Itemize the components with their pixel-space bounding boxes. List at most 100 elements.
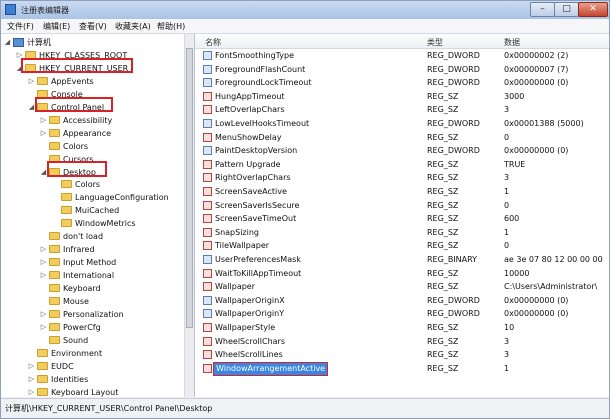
string-value-icon bbox=[203, 214, 212, 224]
key-tree-pane: ◢ 计算机 ▷ HKEY_CLASSES_ROOT ◢ HKEY_CURRENT_USER… bbox=[1, 34, 195, 397]
collapsed-arrow-icon[interactable]: ▷ bbox=[40, 310, 47, 318]
maximize-button[interactable]: □ bbox=[554, 2, 579, 17]
collapsed-arrow-icon[interactable]: ▷ bbox=[40, 259, 47, 266]
value-row[interactable]: UserPreferencesMask REG_BINARY ae 3e 07 80… bbox=[195, 253, 609, 266]
value-row[interactable]: WallpaperOriginY REG_DWORD 0x00000000 (0) bbox=[195, 307, 609, 320]
tree-item[interactable]: ▷ International bbox=[1, 269, 183, 282]
value-type: REG_DWORD bbox=[427, 146, 480, 156]
value-row[interactable]: MenuShowDelay REG_SZ 0 bbox=[195, 131, 609, 144]
tree-item[interactable]: ▷ EUDC bbox=[1, 360, 183, 373]
value-row[interactable]: ScreenSaveTimeOut REG_SZ 600 bbox=[195, 212, 609, 225]
value-type: REG_SZ bbox=[427, 323, 459, 332]
value-row[interactable]: PaintDesktopVersion REG_DWORD 0x00000000 (… bbox=[195, 144, 609, 157]
collapsed-arrow-icon[interactable]: ▷ bbox=[40, 246, 47, 253]
value-row[interactable]: WallpaperStyle REG_SZ 10 bbox=[195, 321, 609, 334]
value-type: REG_DWORD bbox=[427, 78, 480, 88]
tree-item[interactable]: ▷ Accessibility bbox=[1, 114, 183, 127]
column-data[interactable]: 数据 bbox=[504, 37, 520, 48]
value-row[interactable]: FontSmoothingType REG_DWORD 0x00000002 (2) bbox=[195, 49, 609, 62]
expanded-arrow-icon[interactable]: ◢ bbox=[40, 168, 47, 176]
value-data: TRUE bbox=[504, 159, 526, 169]
close-button[interactable]: ✕ bbox=[578, 2, 608, 17]
folder-icon bbox=[61, 206, 72, 215]
binary-value-icon bbox=[203, 146, 212, 156]
value-data: 3000 bbox=[504, 91, 525, 101]
tree-item[interactable]: Sound bbox=[1, 334, 183, 347]
tree-item[interactable]: ▷ PowerCfg bbox=[1, 321, 183, 334]
value-row[interactable]: WheelScrollChars REG_SZ 3 bbox=[195, 335, 609, 348]
value-row[interactable]: WheelScrollLines REG_SZ 3 bbox=[195, 348, 609, 361]
collapsed-arrow-icon[interactable]: ▷ bbox=[40, 323, 47, 331]
value-row[interactable]: ForegroundFlashCount REG_DWORD 0x00000007 … bbox=[195, 63, 609, 76]
regedit-icon bbox=[5, 4, 16, 15]
tree-item-label: Personalization bbox=[63, 309, 124, 319]
value-row[interactable]: WaitToKillAppTimeout REG_SZ 10000 bbox=[195, 267, 609, 280]
value-row[interactable]: RightOverlapChars REG_SZ 3 bbox=[195, 171, 609, 184]
minimize-button[interactable]: – bbox=[530, 2, 555, 17]
value-type: REG_SZ bbox=[427, 336, 459, 346]
collapsed-arrow-icon[interactable]: ▷ bbox=[28, 362, 35, 370]
menu-view[interactable]: 查看(V) bbox=[79, 21, 107, 32]
tree-item[interactable]: ▷ Infrared bbox=[1, 243, 183, 256]
value-row-selected[interactable]: WindowArrangementActive REG_SZ 1 bbox=[195, 361, 609, 376]
tree-item[interactable]: WindowMetrics bbox=[1, 217, 183, 230]
value-row[interactable]: ForegroundLockTimeout REG_DWORD 0x00000000… bbox=[195, 76, 609, 89]
string-value-icon bbox=[203, 173, 212, 183]
menu-favorites[interactable]: 收藏夹(A) bbox=[115, 21, 151, 32]
string-value-icon bbox=[203, 323, 212, 332]
tree-item[interactable]: Keyboard bbox=[1, 282, 183, 295]
collapsed-arrow-icon[interactable]: ▷ bbox=[40, 116, 47, 124]
value-row[interactable]: SnapSizing REG_SZ 1 bbox=[195, 226, 609, 239]
value-row[interactable]: Pattern Upgrade REG_SZ TRUE bbox=[195, 158, 609, 171]
expanded-arrow-icon[interactable]: ◢ bbox=[28, 103, 35, 111]
tree-item[interactable]: don't load bbox=[1, 230, 183, 243]
tree-scrollbar[interactable] bbox=[184, 34, 194, 397]
tree-item[interactable]: ◢ 计算机 bbox=[1, 36, 183, 49]
value-row[interactable]: HungAppTimeout REG_SZ 3000 bbox=[195, 90, 609, 103]
collapsed-arrow-icon[interactable]: ▷ bbox=[28, 77, 35, 85]
string-value-icon bbox=[203, 227, 212, 237]
value-row[interactable]: LeftOverlapChars REG_SZ 3 bbox=[195, 103, 609, 116]
value-type: REG_SZ bbox=[427, 241, 459, 251]
value-row[interactable]: LowLevelHooksTimeout REG_DWORD 0x00001388 … bbox=[195, 117, 609, 130]
folder-icon bbox=[61, 219, 72, 228]
tree-item-label: Appearance bbox=[63, 128, 112, 138]
column-type[interactable]: 类型 bbox=[427, 37, 443, 48]
tree-item[interactable]: MuiCached bbox=[1, 204, 183, 217]
tree-item[interactable]: ▷ Appearance bbox=[1, 127, 183, 140]
tree-item[interactable]: Mouse bbox=[1, 295, 183, 308]
tree-item[interactable]: LanguageConfiguration bbox=[1, 191, 183, 204]
tree-item[interactable]: ▷ Input Method bbox=[1, 256, 183, 269]
collapsed-arrow-icon[interactable]: ▷ bbox=[28, 375, 35, 383]
string-value-icon bbox=[203, 187, 212, 196]
value-name: PaintDesktopVersion bbox=[215, 146, 298, 156]
title-bar[interactable]: 注册表编辑器 – □ ✕ bbox=[1, 1, 609, 19]
menu-help[interactable]: 帮助(H) bbox=[157, 21, 185, 32]
value-name: Wallpaper bbox=[215, 282, 256, 292]
tree-scrollbar-thumb[interactable] bbox=[186, 48, 193, 328]
menu-edit[interactable]: 编辑(E) bbox=[43, 21, 70, 32]
value-type: REG_SZ bbox=[427, 214, 459, 224]
folder-icon bbox=[37, 76, 48, 85]
tree-item[interactable]: ▷ Identities bbox=[1, 373, 183, 386]
value-row[interactable]: WallpaperOriginX REG_DWORD 0x00000000 (0) bbox=[195, 294, 609, 307]
collapsed-arrow-icon[interactable]: ▷ bbox=[40, 272, 47, 279]
tree-item[interactable]: Colors bbox=[1, 140, 183, 153]
expanded-arrow-icon[interactable]: ◢ bbox=[4, 39, 11, 46]
value-row[interactable]: Wallpaper REG_SZ C:\Users\Administrator\ bbox=[195, 280, 609, 293]
collapsed-arrow-icon[interactable]: ▷ bbox=[28, 388, 35, 396]
tree-item[interactable]: ▷ Personalization bbox=[1, 308, 183, 321]
value-row[interactable]: ScreenSaveActive REG_SZ 1 bbox=[195, 185, 609, 198]
collapsed-arrow-icon[interactable]: ▷ bbox=[40, 129, 47, 137]
value-row[interactable]: TileWallpaper REG_SZ 0 bbox=[195, 239, 609, 252]
menu-file[interactable]: 文件(F) bbox=[7, 21, 34, 32]
tree-item[interactable]: Environment bbox=[1, 347, 183, 360]
tree-item-label: International bbox=[63, 271, 115, 281]
value-row[interactable]: ScreenSaverIsSecure REG_SZ 0 bbox=[195, 199, 609, 212]
column-name[interactable]: 名称 bbox=[205, 37, 221, 48]
tree-item[interactable]: Colors bbox=[1, 178, 183, 191]
tree-item[interactable]: ▷ AppEvents bbox=[1, 75, 183, 88]
value-data: 3 bbox=[504, 105, 510, 115]
value-name: RightOverlapChars bbox=[215, 173, 291, 183]
tree-item[interactable]: ▷ Keyboard Layout bbox=[1, 386, 183, 397]
